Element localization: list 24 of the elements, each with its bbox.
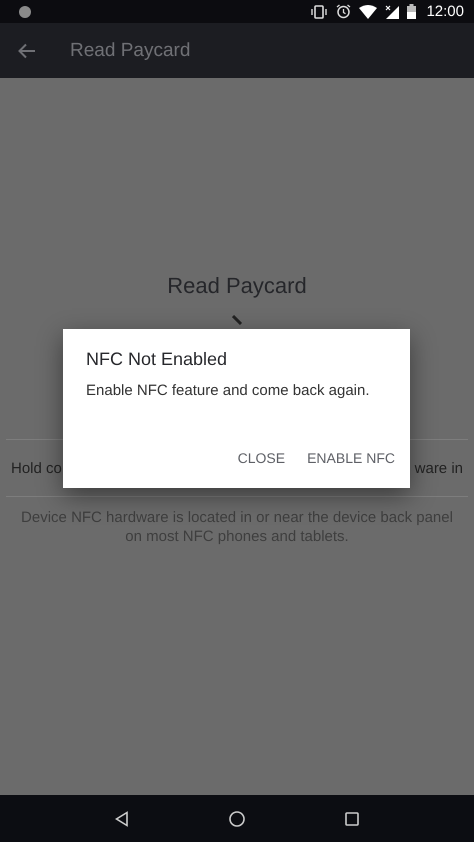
close-button[interactable]: CLOSE (230, 444, 294, 472)
back-arrow-icon (18, 42, 36, 58)
overview-button[interactable] (345, 812, 359, 826)
stroke-icon (232, 315, 242, 325)
back-nav-button[interactable] (115, 810, 129, 826)
back-icon (115, 810, 129, 826)
back-button[interactable] (18, 42, 36, 58)
vibrate-icon (310, 4, 328, 18)
home-icon (229, 810, 245, 826)
battery-icon (407, 4, 416, 19)
dialog-title: NFC Not Enabled (86, 349, 228, 370)
clock-time: 12:00 (426, 3, 464, 20)
page-heading: Read Paycard (167, 273, 307, 299)
screen-title: Read Paycard (70, 40, 190, 62)
alarm-icon (336, 4, 352, 19)
instruction-text: ware in (414, 460, 463, 476)
notification-dot-icon (18, 4, 32, 18)
wifi-icon (359, 4, 378, 18)
dialog-message: Enable NFC feature and come back again. (86, 382, 370, 399)
home-button[interactable] (229, 810, 245, 826)
signal-icon (385, 4, 400, 18)
instruction-text: Hold co (11, 460, 62, 476)
enable-nfc-button[interactable]: ENABLE NFC (299, 444, 403, 472)
overview-icon (345, 812, 359, 826)
